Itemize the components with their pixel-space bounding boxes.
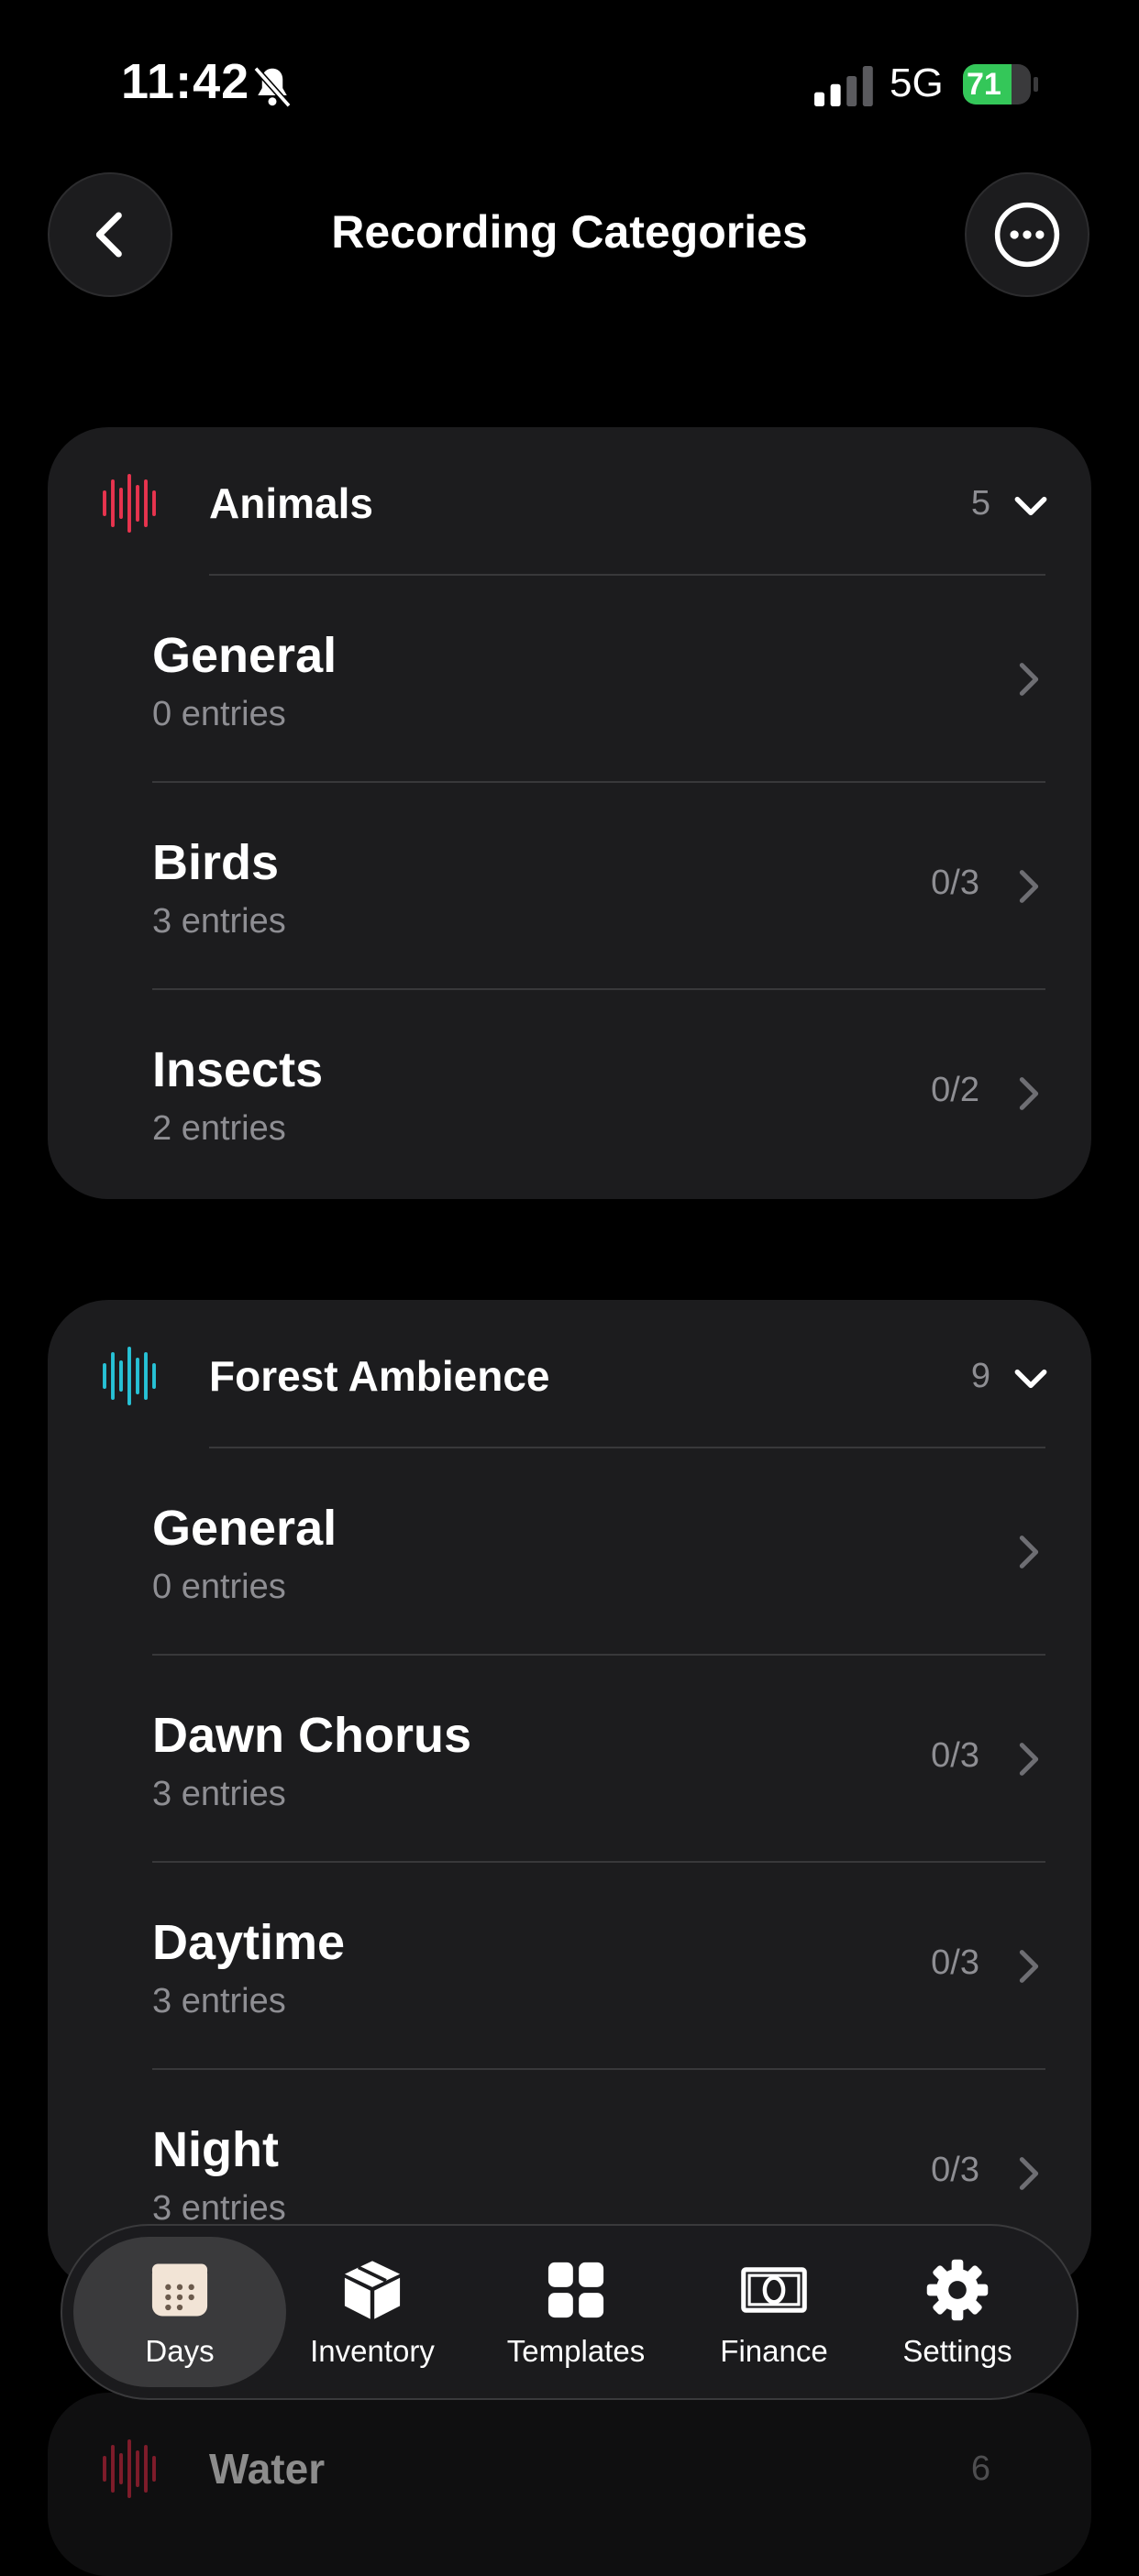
waveform-icon [103, 474, 156, 533]
item-progress: 0/3 [931, 2151, 979, 2189]
more-options-button[interactable] [965, 172, 1089, 297]
bell-slash-icon [253, 66, 292, 108]
tab-label: Days [145, 2334, 215, 2368]
category-count: 6 [970, 2449, 990, 2488]
cellular-signal-icon [814, 66, 873, 106]
tab-label: Templates [506, 2334, 646, 2368]
ellipsis-circle-icon [994, 202, 1060, 268]
category-count: 9 [970, 1357, 990, 1395]
gear-icon [926, 2259, 989, 2321]
tab-label: Settings [902, 2334, 1012, 2368]
item-progress: 0/3 [931, 1943, 979, 1982]
category-count: 5 [970, 484, 990, 523]
waveform-icon [103, 2439, 156, 2498]
waveform-icon [103, 1347, 156, 1405]
item-entries: 0 entries [152, 1568, 286, 1606]
category-card-forest-ambience: Forest Ambience 9 General 0 entries Dawn… [48, 1300, 1091, 2290]
item-entries: 2 entries [152, 1109, 286, 1148]
category-header[interactable]: Animals 5 [48, 427, 1091, 576]
item-name: Dawn Chorus [152, 1708, 472, 1763]
box-icon [344, 2261, 401, 2319]
chevron-right-icon [1019, 1077, 1039, 1110]
tab-label: Finance [720, 2334, 828, 2368]
item-progress: 0/3 [931, 1736, 979, 1775]
tab-templates[interactable]: Templates [475, 2239, 677, 2385]
grid-icon [547, 2262, 604, 2318]
status-time: 11:42 [121, 54, 250, 109]
list-item[interactable]: General 0 entries [48, 576, 1091, 783]
calendar-icon [151, 2263, 208, 2317]
item-name: Birds [152, 835, 280, 890]
battery-indicator: 71 [963, 64, 1038, 105]
category-name: Animals [209, 479, 373, 527]
category-name: Water [209, 2445, 326, 2493]
tab-label: Inventory [310, 2334, 435, 2368]
item-entries: 3 entries [152, 1982, 286, 2020]
item-progress: 0/2 [931, 1071, 979, 1109]
chevron-right-icon [1019, 1743, 1039, 1776]
chevron-right-icon [1019, 663, 1039, 696]
tab-bar: Days Inventory Templates Finance Setting… [61, 2224, 1078, 2400]
tab-finance[interactable]: Finance [673, 2239, 875, 2385]
status-bar: 11:42 5G 71 [0, 0, 1139, 165]
item-name: General [152, 628, 337, 683]
item-entries: 3 entries [152, 902, 286, 941]
item-name: Insects [152, 1042, 324, 1097]
category-header[interactable]: Forest Ambience 9 [48, 1300, 1091, 1448]
chevron-down-icon[interactable] [1011, 486, 1051, 526]
list-item[interactable]: Birds 3 entries 0/3 [48, 783, 1091, 990]
item-name: General [152, 1501, 337, 1556]
list-item[interactable]: Dawn Chorus 3 entries 0/3 [48, 1656, 1091, 1863]
category-card-animals: Animals 5 General 0 entries Birds 3 entr… [48, 427, 1091, 1199]
tab-days[interactable]: Days [79, 2239, 281, 2385]
chevron-right-icon [1019, 870, 1039, 903]
item-entries: 3 entries [152, 2189, 286, 2228]
item-name: Night [152, 2122, 279, 2177]
list-item[interactable]: Daytime 3 entries 0/3 [48, 1863, 1091, 2070]
item-entries: 3 entries [152, 1775, 286, 1813]
item-name: Daytime [152, 1915, 346, 1970]
chevron-right-icon [1019, 1950, 1039, 1983]
category-card-water: Water 6 [48, 2393, 1091, 2576]
banknote-icon [741, 2267, 807, 2313]
list-item[interactable]: Insects 2 entries 0/2 [48, 990, 1091, 1197]
chevron-right-icon [1019, 2157, 1039, 2190]
item-entries: 0 entries [152, 695, 286, 733]
battery-percent: 71 [967, 67, 1001, 102]
chevron-right-icon [1019, 1536, 1039, 1569]
tab-inventory[interactable]: Inventory [271, 2239, 473, 2385]
list-item[interactable]: General 0 entries [48, 1448, 1091, 1656]
tab-settings[interactable]: Settings [857, 2239, 1058, 2385]
item-progress: 0/3 [931, 864, 979, 902]
category-name: Forest Ambience [209, 1352, 550, 1400]
chevron-down-icon[interactable] [1011, 1359, 1051, 1399]
network-label: 5G [890, 61, 944, 105]
category-header[interactable]: Water 6 [48, 2393, 1091, 2541]
